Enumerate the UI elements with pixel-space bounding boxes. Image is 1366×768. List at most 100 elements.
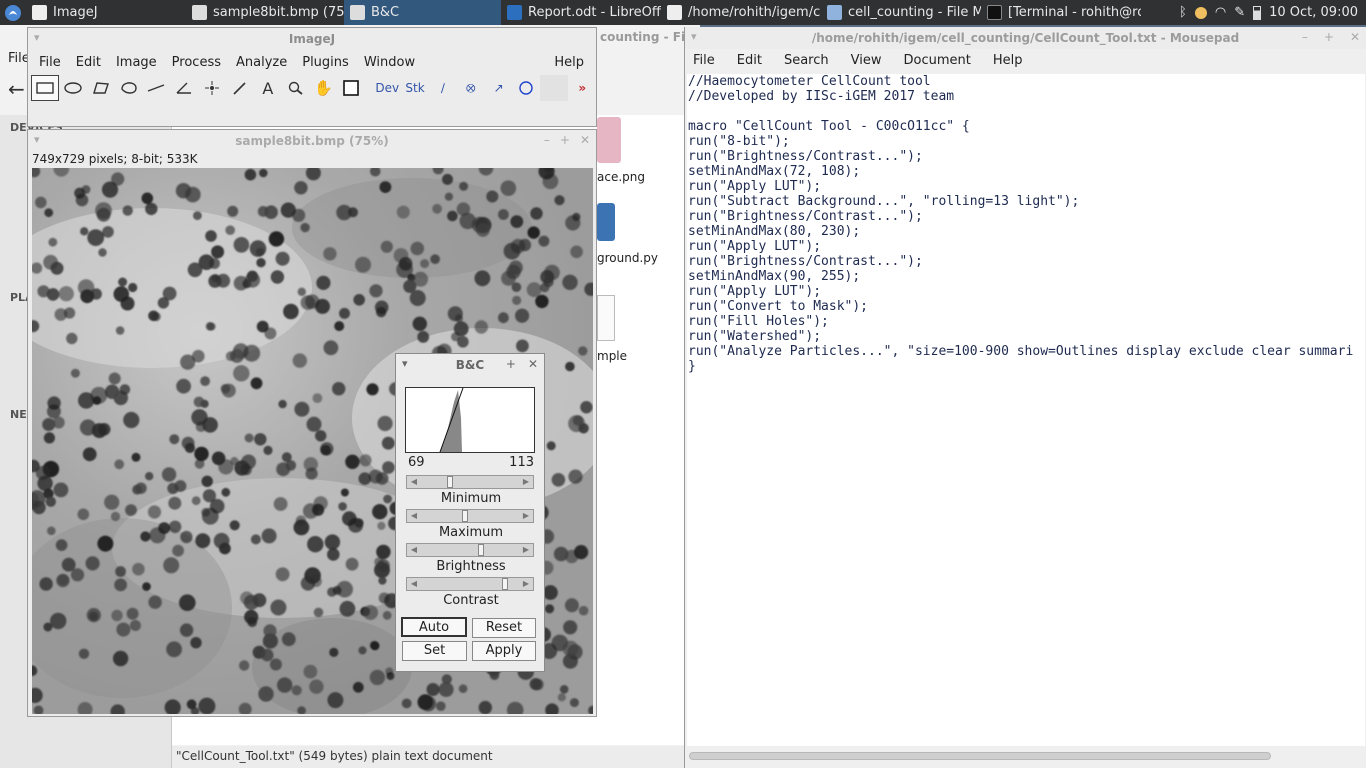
minimum-slider[interactable]: ◀ ▶ — [406, 475, 534, 489]
battery-icon[interactable] — [1253, 5, 1262, 20]
freehand-tool-icon[interactable] — [115, 75, 143, 101]
maximize-icon[interactable]: + — [506, 357, 516, 371]
menu-analyze[interactable]: Analyze — [233, 55, 299, 70]
brush-tool-icon[interactable]: ∕ — [429, 75, 457, 101]
notes-icon[interactable]: ✎ — [1234, 5, 1245, 20]
more-tools-icon[interactable]: » — [568, 75, 596, 101]
task-terminal[interactable]: [Terminal - rohith@ro... — [981, 0, 1141, 25]
task-bc[interactable]: B&C — [344, 0, 501, 25]
minimize-icon[interactable]: – — [1302, 30, 1308, 44]
text-editor[interactable]: //Haemocytometer CellCount tool//Develop… — [687, 74, 1365, 746]
window-menu-icon[interactable]: ▾ — [34, 31, 40, 44]
flood-fill-tool-icon[interactable]: ⭙ — [457, 75, 485, 101]
right-arrow-icon[interactable]: ▶ — [519, 510, 533, 522]
clock[interactable]: 10 Oct, 09:00 — [1269, 5, 1358, 20]
horizontal-scrollbar[interactable] — [689, 752, 1271, 760]
window-menu-icon[interactable]: ▾ — [691, 30, 697, 43]
menu-process[interactable]: Process — [169, 55, 233, 70]
maximize-icon[interactable]: + — [1324, 30, 1334, 44]
image-titlebar[interactable]: ▾ sample8bit.bmp (75%) – + ✕ — [28, 130, 596, 152]
weather-icon[interactable] — [1194, 6, 1207, 19]
back-arrow-icon[interactable]: ← — [8, 77, 25, 101]
cell-blob — [233, 275, 249, 291]
text-file-icon[interactable] — [597, 295, 615, 341]
task-imagej[interactable]: ImageJ — [26, 0, 186, 25]
right-arrow-icon[interactable]: ▶ — [519, 544, 533, 556]
menu-window[interactable]: Window — [361, 55, 427, 70]
right-arrow-icon[interactable]: ▶ — [519, 476, 533, 488]
menu-file[interactable]: File — [693, 53, 737, 68]
empty-tool-slot[interactable] — [540, 75, 569, 101]
menu-document[interactable]: Document — [903, 53, 992, 68]
task-libreoffice[interactable]: Report.odt - LibreOffi... — [501, 0, 661, 25]
left-arrow-icon[interactable]: ◀ — [407, 544, 421, 556]
line-tool-icon[interactable] — [142, 75, 170, 101]
maximum-slider[interactable]: ◀ ▶ — [406, 509, 534, 523]
menu-image[interactable]: Image — [113, 55, 169, 70]
menu-file[interactable]: File — [36, 55, 73, 70]
window-menu-icon[interactable]: ▾ — [34, 133, 40, 146]
arrow-tool-icon[interactable]: ↗ — [485, 75, 513, 101]
menu-edit[interactable]: Edit — [73, 55, 113, 70]
auto-button[interactable]: Auto — [401, 617, 467, 637]
cell-blob — [50, 612, 67, 630]
close-icon[interactable]: ✕ — [580, 133, 590, 147]
close-icon[interactable]: ✕ — [1350, 30, 1360, 44]
image-file-icon[interactable] — [597, 117, 621, 163]
menu-search[interactable]: Search — [784, 53, 851, 68]
color-picker-tool-icon[interactable] — [337, 75, 365, 101]
start-menu-icon[interactable] — [0, 0, 26, 25]
task-mousepad[interactable]: /home/rohith/igem/c... — [661, 0, 821, 25]
menu-edit[interactable]: Edit — [737, 53, 784, 68]
dev-menu-tool[interactable]: Dev — [373, 75, 401, 101]
polygon-tool-icon[interactable] — [87, 75, 115, 101]
wifi-icon[interactable]: ◠ — [1215, 5, 1226, 20]
cell-blob — [70, 368, 80, 378]
text-tool-icon[interactable]: A — [254, 75, 282, 101]
mousepad-titlebar[interactable]: ▾ /home/rohith/igem/cell_counting/CellCo… — [685, 27, 1366, 49]
slider-thumb[interactable] — [478, 544, 485, 556]
task-sample-image[interactable]: sample8bit.bmp (75%) — [186, 0, 344, 25]
imagej-titlebar[interactable]: ▾ ImageJ — [28, 28, 596, 50]
slider-thumb[interactable] — [462, 510, 469, 522]
close-icon[interactable]: ✕ — [528, 357, 538, 371]
file-label[interactable]: mple — [597, 349, 628, 363]
angle-tool-icon[interactable] — [170, 75, 198, 101]
slider-thumb[interactable] — [446, 476, 453, 488]
slider-thumb[interactable] — [501, 578, 508, 590]
left-arrow-icon[interactable]: ◀ — [407, 476, 421, 488]
cell-blob — [332, 585, 342, 595]
apply-button[interactable]: Apply — [472, 641, 536, 661]
set-button[interactable]: Set — [402, 641, 467, 661]
file-label[interactable]: ace.png — [597, 170, 645, 184]
right-arrow-icon[interactable]: ▶ — [519, 578, 533, 590]
point-tool-icon[interactable] — [198, 75, 226, 101]
oval-tool-icon[interactable] — [59, 75, 87, 101]
python-file-icon[interactable] — [597, 203, 615, 241]
window-menu-icon[interactable]: ▾ — [402, 357, 408, 370]
file-label[interactable]: ground.py — [597, 251, 658, 265]
cell-blob — [580, 401, 593, 414]
menu-help[interactable]: Help — [551, 55, 596, 70]
left-arrow-icon[interactable]: ◀ — [407, 578, 421, 590]
hand-tool-icon[interactable]: ✋ — [310, 75, 338, 101]
task-file-manager[interactable]: cell_counting - File M... — [821, 0, 981, 25]
cell-blob — [574, 545, 589, 560]
menu-help[interactable]: Help — [993, 53, 1045, 68]
stack-menu-tool[interactable]: Stk — [401, 75, 429, 101]
magnifier-tool-icon[interactable] — [282, 75, 310, 101]
bc-titlebar[interactable]: ▾ B&C + ✕ — [396, 354, 544, 376]
menu-plugins[interactable]: Plugins — [299, 55, 361, 70]
rectangle-tool-icon[interactable] — [31, 75, 59, 101]
reset-button[interactable]: Reset — [472, 618, 536, 638]
wand-tool-icon[interactable] — [226, 75, 254, 101]
brightness-slider[interactable]: ◀ ▶ — [406, 543, 534, 557]
cellcount-tool-icon[interactable] — [513, 75, 541, 101]
contrast-slider[interactable]: ◀ ▶ — [406, 577, 534, 591]
bluetooth-icon[interactable]: ᛒ — [1179, 5, 1187, 20]
minimize-icon[interactable]: – — [544, 133, 550, 147]
maximize-icon[interactable]: + — [560, 133, 570, 147]
menu-view[interactable]: View — [851, 53, 904, 68]
left-arrow-icon[interactable]: ◀ — [407, 510, 421, 522]
min-display-value: 69 — [408, 455, 425, 470]
